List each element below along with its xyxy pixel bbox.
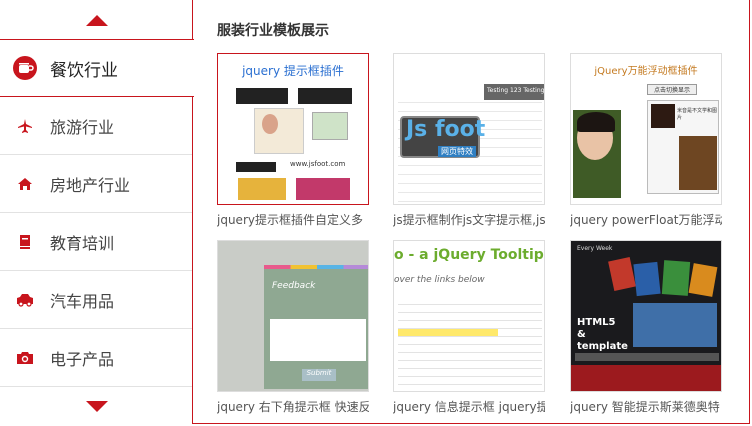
sidebar-item-travel[interactable]: 旅游行业 bbox=[0, 97, 193, 155]
template-caption: jquery 右下角提示框 快速反 bbox=[217, 400, 369, 414]
template-card[interactable]: jQuery万能浮动框插件 点击切换显示 米音是不文学和图片 jquery po… bbox=[570, 53, 722, 228]
template-thumbnail[interactable]: jQuery万能浮动框插件 点击切换显示 米音是不文学和图片 bbox=[570, 53, 722, 205]
template-card[interactable]: Js foot 网页特效 Testing 123 Testing js提示框制作… bbox=[393, 53, 545, 228]
thumb-top-text: Every Week bbox=[577, 245, 613, 252]
template-card[interactable]: Every Week HTML5 & template jquery 智能提示斯… bbox=[570, 240, 722, 415]
sidebar-item-label: 房地产行业 bbox=[50, 175, 131, 195]
template-card[interactable]: jquery 提示框插件 www.jsfoot.com jquery提示框插件自… bbox=[217, 53, 369, 228]
thumb-side-text: 米音是不文学和图片 bbox=[677, 108, 718, 121]
camera-icon bbox=[0, 350, 50, 366]
template-thumbnail[interactable]: jquery 提示框插件 www.jsfoot.com bbox=[217, 53, 369, 205]
sidebar-item-real-estate[interactable]: 房地产行业 bbox=[0, 155, 193, 213]
thumb-heading: Feedback bbox=[272, 281, 316, 291]
car-icon bbox=[0, 292, 50, 308]
template-card[interactable]: Feedback Submit jquery 右下角提示框 快速反 bbox=[217, 240, 369, 415]
template-thumbnail[interactable]: o - a jQuery Tooltip Pl over the links b… bbox=[393, 240, 545, 392]
sidebar-item-label: 教育培训 bbox=[50, 233, 115, 253]
scroll-down-arrow-icon[interactable] bbox=[86, 401, 108, 412]
thumb-submit-text: Submit bbox=[302, 369, 336, 381]
sidebar-item-label: 电子产品 bbox=[50, 349, 115, 369]
sidebar-item-auto[interactable]: 汽车用品 bbox=[0, 271, 193, 329]
template-caption: js提示框制作js文字提示框,js bbox=[393, 213, 545, 227]
sidebar-item-education[interactable]: 教育培训 bbox=[0, 213, 193, 271]
template-caption: jquery 智能提示斯莱德奥特 bbox=[570, 400, 720, 414]
thumb-tooltip-text: Testing 123 Testing bbox=[484, 84, 544, 100]
thumb-logo-text: Js foot bbox=[406, 117, 486, 142]
template-caption: jquery powerFloat万能浮动 bbox=[570, 213, 722, 227]
thumb-logo-sub: 网页特效 bbox=[438, 146, 476, 157]
template-thumbnail[interactable]: Feedback Submit bbox=[217, 240, 369, 392]
thumb-heading: o - a jQuery Tooltip Pl bbox=[394, 247, 544, 263]
sidebar: 餐饮行业 旅游行业 房地产行业 教育培训 汽车用品 电子产品 bbox=[0, 0, 194, 426]
sidebar-item-label: 汽车用品 bbox=[50, 291, 115, 311]
template-caption: jquery提示框插件自定义多 bbox=[217, 213, 363, 227]
coffee-cup-icon bbox=[0, 55, 50, 81]
airplane-icon bbox=[0, 118, 50, 134]
sidebar-item-label: 餐饮行业 bbox=[50, 60, 118, 81]
thumb-heading: jquery 提示框插件 bbox=[242, 64, 344, 78]
book-icon bbox=[0, 234, 50, 250]
scroll-up-arrow-icon[interactable] bbox=[86, 15, 108, 26]
thumb-subheading: over the links below bbox=[394, 275, 485, 285]
template-caption: jquery 信息提示框 jquery提 bbox=[393, 400, 545, 414]
house-icon bbox=[0, 176, 50, 192]
panel-title: 服装行业模板展示 bbox=[217, 23, 329, 39]
sidebar-item-catering[interactable]: 餐饮行业 bbox=[0, 39, 194, 97]
template-card[interactable]: o - a jQuery Tooltip Pl over the links b… bbox=[393, 240, 545, 415]
thumb-heading: jQuery万能浮动框插件 bbox=[594, 66, 698, 77]
sidebar-item-label: 旅游行业 bbox=[50, 117, 115, 137]
template-thumbnail[interactable]: Every Week HTML5 & template bbox=[570, 240, 722, 392]
template-panel: 服装行业模板展示 jquery 提示框插件 www.jsfoot.com jqu… bbox=[192, 0, 750, 424]
template-thumbnail[interactable]: Js foot 网页特效 Testing 123 Testing bbox=[393, 53, 545, 205]
thumb-button-text: 点击切换显示 bbox=[647, 84, 697, 95]
thumb-feature-text: HTML5 & template bbox=[577, 317, 628, 352]
sidebar-item-electronics[interactable]: 电子产品 bbox=[0, 329, 193, 387]
thumb-footer: www.jsfoot.com bbox=[290, 160, 346, 168]
